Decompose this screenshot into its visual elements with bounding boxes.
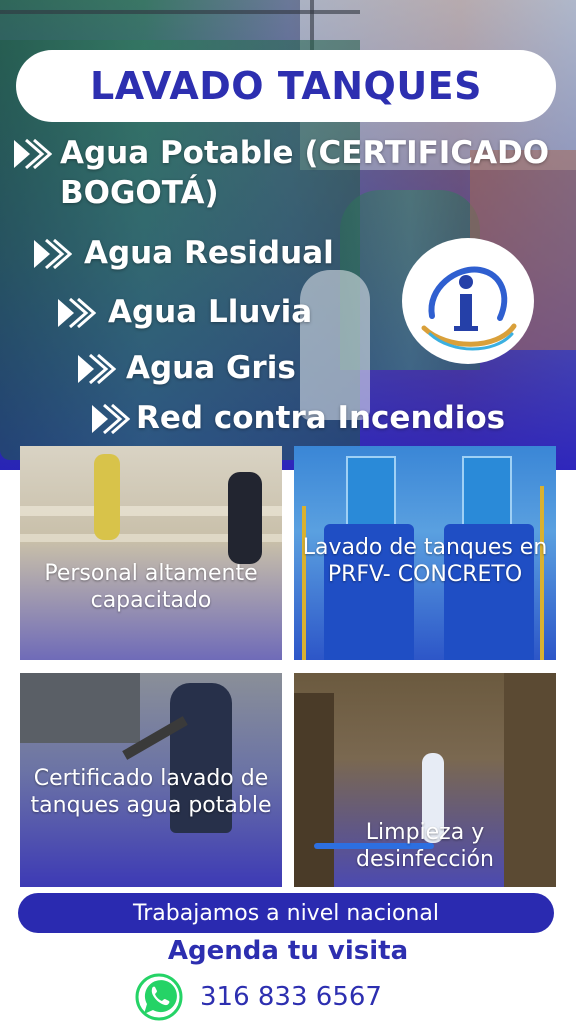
service-item-agua-potable: Agua Potable (CERTIFICADO BOGOTÁ) [12, 133, 568, 213]
coverage-banner: Trabajamos a nivel nacional [18, 893, 554, 933]
page-title: LAVADO TANQUES [89, 64, 483, 108]
coverage-text: Trabajamos a nivel nacional [133, 900, 439, 926]
service-label: Agua Lluvia [108, 294, 313, 330]
building [20, 673, 140, 743]
cta-heading: Agenda tu visita [167, 936, 409, 966]
service-label: Agua Gris [126, 350, 296, 386]
rail [0, 10, 360, 14]
tile-certificate: Certificado lavado de tanques agua potab… [20, 673, 282, 887]
double-chevron-icon [58, 297, 96, 329]
service-item-red-incendios: Red contra Incendios [90, 398, 505, 438]
whatsapp-icon[interactable] [134, 972, 184, 1022]
tank-tower [462, 456, 512, 530]
tile-prfv-concreto: Lavado de tanques en PRFV- CONCRETO [294, 446, 556, 660]
tank-tower [346, 456, 396, 530]
service-label: Agua Residual [84, 235, 334, 271]
phone-number[interactable]: 316 833 6567 [200, 982, 382, 1012]
worker-figure [94, 454, 120, 540]
service-label: Agua Potable (CERTIFICADO BOGOTÁ) [60, 135, 550, 211]
tile-personnel: Personal altamente capacitado [20, 446, 282, 660]
tile-caption: Personal altamente capacitado [44, 561, 258, 613]
service-item-agua-gris: Agua Gris [76, 348, 296, 388]
service-item-agua-lluvia: Agua Lluvia [56, 292, 312, 332]
worker-figure [228, 472, 262, 564]
contact-row[interactable]: 316 833 6567 [134, 972, 382, 1022]
service-item-agua-residual: Agua Residual [32, 233, 334, 273]
double-chevron-icon [14, 138, 52, 170]
title-banner: LAVADO TANQUES [16, 50, 556, 122]
service-label: Red contra Incendios [136, 400, 506, 436]
company-logo [402, 238, 534, 364]
tile-caption: Lavado de tanques en PRFV- CONCRETO [302, 535, 548, 587]
double-chevron-icon [78, 353, 116, 385]
tile-caption: Limpieza y desinfección [355, 820, 494, 872]
tile-cleaning: Limpieza y desinfección [294, 673, 556, 887]
double-chevron-icon [34, 238, 72, 270]
company-logo-mark [421, 266, 517, 351]
double-chevron-icon [92, 403, 130, 435]
tile-caption: Certificado lavado de tanques agua potab… [30, 766, 272, 818]
